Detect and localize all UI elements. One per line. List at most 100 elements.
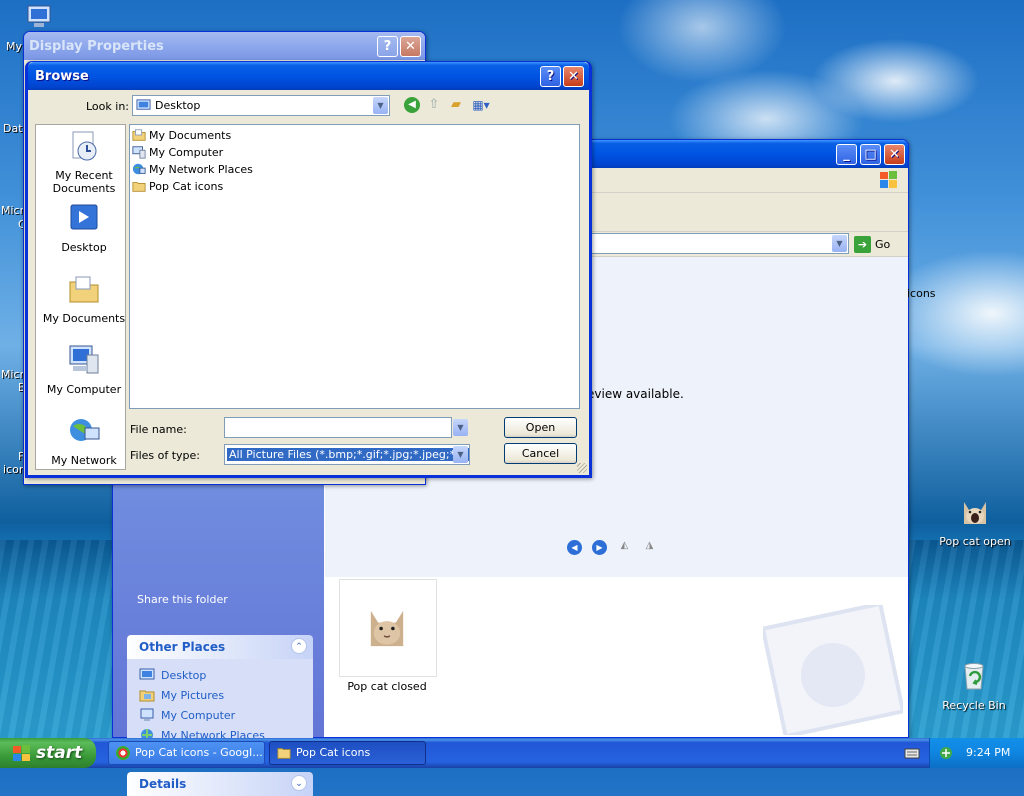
look-in-value: Desktop (155, 99, 201, 112)
taskbar-button-browser[interactable]: Pop Cat icons - Googl... (108, 741, 265, 765)
close-button[interactable]: ✕ (884, 144, 905, 165)
browse-toolbar: ◀ ⇧ ▰ ▦▾ (404, 97, 492, 113)
folder-icon (132, 182, 146, 192)
thumbnail-pop-cat-closed[interactable] (339, 579, 437, 677)
rotate-clockwise-icon[interactable]: ◭ (617, 540, 632, 555)
file-name-dropdown-icon[interactable]: ▼ (453, 419, 468, 436)
my-network-icon (70, 419, 100, 441)
dropdown-arrow-icon[interactable]: ▼ (373, 97, 388, 114)
other-places-title: Other Places (139, 640, 226, 654)
details-header[interactable]: Details ⌄ (127, 772, 313, 796)
browser-icon (116, 746, 130, 760)
file-label: My Documents (149, 128, 232, 142)
file-name-input[interactable] (224, 417, 452, 438)
places-label: Desktop (61, 241, 107, 254)
browse-dialog: Browse ? ✕ Look in: Desktop ▼ ◀ ⇧ ▰ ▦▾ M… (25, 61, 592, 478)
desktop-fragment-1: My (6, 40, 23, 53)
file-label: My Computer (149, 145, 224, 159)
help-button[interactable]: ? (540, 66, 561, 87)
back-icon[interactable]: ◀ (404, 97, 420, 113)
other-place-label: My Computer (161, 708, 236, 722)
look-in-label: Look in: (86, 100, 129, 113)
recycle-bin-desktop-icon[interactable]: Recycle Bin (934, 658, 1014, 712)
places-my-network[interactable]: My Network (36, 414, 132, 467)
other-place-my-pictures[interactable]: My Pictures (127, 685, 313, 705)
places-my-computer[interactable]: My Computer (36, 343, 132, 396)
file-label: My Network Places (149, 162, 253, 176)
pop-cat-open-desktop-icon[interactable]: Pop cat open (935, 494, 1015, 548)
my-computer-icon (140, 708, 154, 721)
window-fragment-icons: icons (907, 287, 936, 300)
new-folder-icon[interactable]: ▰ (448, 97, 464, 113)
minimize-button[interactable]: _ (836, 144, 857, 165)
places-bar: My Recent Documents Desktop My Documents… (35, 124, 126, 470)
details-title: Details (139, 777, 187, 791)
file-item-my-network-places[interactable]: My Network Places (132, 161, 253, 177)
other-place-my-computer[interactable]: My Computer (127, 705, 313, 725)
look-in-combo[interactable]: Desktop ▼ (132, 95, 390, 116)
file-item-pop-cat-icons[interactable]: Pop Cat icons (132, 178, 223, 194)
details-panel: Details ⌄ (127, 772, 313, 796)
taskbar-button-label: Pop Cat icons - Googl... (135, 746, 263, 759)
preview-controls: ◀ ▶ ◭ ◮ (567, 540, 657, 555)
file-list: My Documents My Computer My Network Plac… (129, 124, 580, 409)
cancel-button[interactable]: Cancel (504, 443, 577, 464)
other-place-desktop[interactable]: Desktop (127, 665, 313, 685)
next-image-icon[interactable]: ▶ (592, 540, 607, 555)
go-label: Go (875, 237, 891, 251)
file-item-my-documents[interactable]: My Documents (132, 127, 231, 143)
desktop-icon (136, 99, 151, 110)
go-arrow-icon: ➔ (854, 235, 871, 253)
keyboard-icon[interactable] (904, 747, 920, 760)
rotate-counterclockwise-icon[interactable]: ◮ (642, 540, 657, 555)
computer-icon (132, 146, 146, 159)
file-item-my-computer[interactable]: My Computer (132, 144, 223, 160)
my-computer-desktop-icon[interactable] (24, 2, 54, 32)
display-properties-title-bar[interactable]: Display Properties ? ✕ (24, 32, 425, 60)
start-label: start (36, 743, 83, 763)
help-button[interactable]: ? (377, 36, 398, 57)
network-icon (132, 163, 146, 175)
windows-logo-icon (880, 171, 897, 188)
recycle-bin-icon (964, 663, 984, 690)
resize-grip[interactable] (577, 463, 587, 473)
other-places-header[interactable]: Other Places ⌃ (127, 635, 313, 659)
places-label: My Computer (46, 383, 122, 396)
start-button[interactable]: start (0, 738, 96, 768)
browse-title-bar[interactable]: Browse ? ✕ (28, 62, 589, 90)
desktop-icon-label: Recycle Bin (942, 699, 1006, 712)
view-menu-icon[interactable]: ▦▾ (470, 97, 492, 113)
places-label: My Documents (42, 312, 126, 325)
go-button[interactable]: ➔ Go (854, 234, 890, 254)
no-preview-text: eview available. (587, 387, 684, 401)
up-folder-icon[interactable]: ⇧ (426, 97, 442, 113)
files-of-type-value: All Picture Files (*.bmp;*.gif;*.jpg;*.j… (227, 448, 469, 461)
taskbar: start Pop Cat icons - Googl... Pop Cat i… (0, 738, 1024, 768)
places-my-documents[interactable]: My Documents (36, 272, 132, 325)
places-label: My Network (51, 454, 117, 467)
my-pictures-icon (139, 690, 155, 702)
collapse-chevron-icon[interactable]: ⌃ (291, 638, 307, 654)
clock[interactable]: 9:24 PM (966, 746, 1010, 759)
taskbar-button-folder[interactable]: Pop Cat icons (269, 741, 426, 765)
folder-icon (132, 129, 146, 141)
close-button[interactable]: ✕ (400, 36, 421, 57)
network-status-icon[interactable] (938, 745, 954, 761)
dropdown-arrow-icon[interactable]: ▼ (832, 235, 847, 252)
share-folder-link[interactable]: Share this folder (137, 593, 228, 606)
places-label: My Recent Documents (52, 169, 116, 195)
other-place-label: My Pictures (161, 688, 225, 702)
previous-image-icon[interactable]: ◀ (567, 540, 582, 555)
places-recent-documents[interactable]: My Recent Documents (36, 129, 132, 195)
folder-icon (277, 748, 291, 759)
close-button[interactable]: ✕ (563, 66, 584, 87)
maximize-button[interactable]: □ (860, 144, 881, 165)
open-button[interactable]: Open (504, 417, 577, 438)
dropdown-arrow-icon[interactable]: ▼ (453, 446, 468, 463)
files-of-type-label: Files of type: (130, 449, 201, 462)
places-desktop[interactable]: Desktop (36, 201, 132, 254)
other-place-label: Desktop (161, 668, 207, 682)
cat-open-icon (964, 502, 986, 524)
files-of-type-combo[interactable]: All Picture Files (*.bmp;*.gif;*.jpg;*.j… (224, 444, 470, 465)
expand-chevron-icon[interactable]: ⌄ (291, 775, 307, 791)
